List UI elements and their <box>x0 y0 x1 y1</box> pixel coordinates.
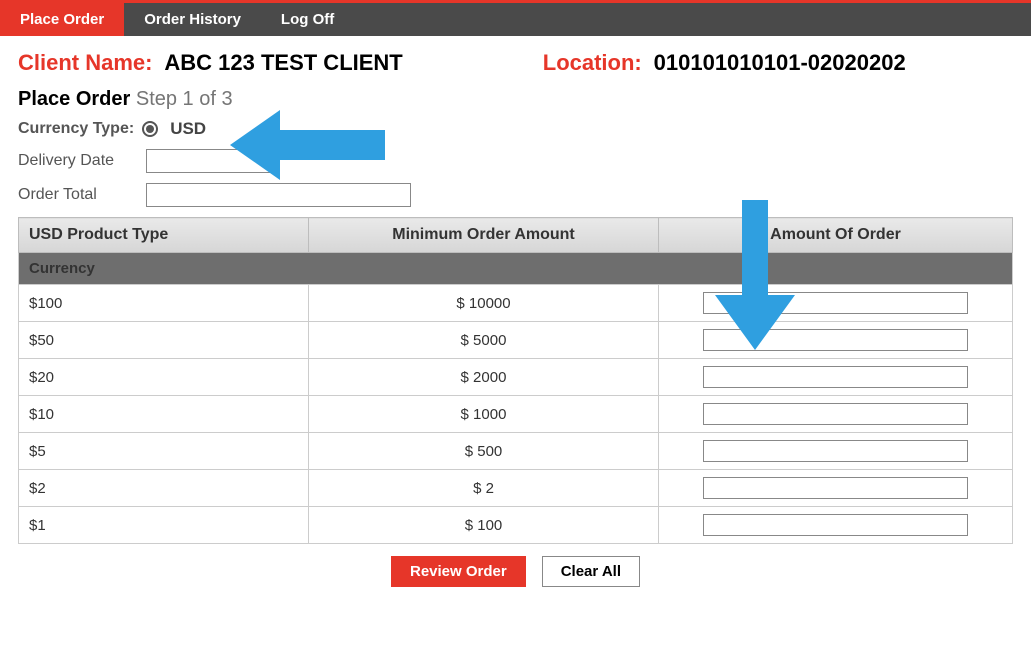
col-min-amount: Minimum Order Amount <box>309 218 659 253</box>
product-type-cell: $1 <box>19 507 309 544</box>
currency-type-row: Currency Type: USD <box>18 119 1013 139</box>
client-name-label: Client Name: <box>18 50 152 75</box>
product-table: USD Product Type Minimum Order Amount Am… <box>18 217 1013 544</box>
min-amount-cell: $ 5000 <box>309 322 659 359</box>
page-title-bold: Place Order <box>18 88 130 110</box>
order-total-row: Order Total <box>18 183 1013 207</box>
product-type-cell: $20 <box>19 359 309 396</box>
amount-cell <box>659 285 1013 322</box>
tab-log-off[interactable]: Log Off <box>261 3 354 36</box>
page-title: Place Order Step 1 of 3 <box>18 88 1013 111</box>
table-row: $2$ 2 <box>19 470 1013 507</box>
table-row: $10$ 1000 <box>19 396 1013 433</box>
delivery-date-row: Delivery Date <box>18 149 1013 173</box>
product-type-cell: $50 <box>19 322 309 359</box>
table-row: $20$ 2000 <box>19 359 1013 396</box>
amount-cell <box>659 322 1013 359</box>
review-order-button[interactable]: Review Order <box>391 556 526 587</box>
delivery-date-input[interactable] <box>146 149 276 173</box>
amount-cell <box>659 433 1013 470</box>
amount-input[interactable] <box>703 292 968 314</box>
amount-cell <box>659 470 1013 507</box>
currency-type-radio[interactable] <box>142 121 158 137</box>
table-row: $100$ 10000 <box>19 285 1013 322</box>
table-row: $1$ 100 <box>19 507 1013 544</box>
currency-type-label: Currency Type: <box>18 120 134 138</box>
amount-input[interactable] <box>703 366 968 388</box>
min-amount-cell: $ 2 <box>309 470 659 507</box>
top-nav: Place Order Order History Log Off <box>0 0 1031 36</box>
clear-all-button[interactable]: Clear All <box>542 556 640 587</box>
table-row: $50$ 5000 <box>19 322 1013 359</box>
section-currency: Currency <box>19 253 1013 285</box>
amount-input[interactable] <box>703 403 968 425</box>
action-row: Review Order Clear All <box>18 544 1013 599</box>
amount-input[interactable] <box>703 440 968 462</box>
tab-place-order[interactable]: Place Order <box>0 3 124 36</box>
page-title-step: Step 1 of 3 <box>136 88 233 110</box>
location-value: 010101010101-02020202 <box>654 50 906 75</box>
amount-cell <box>659 507 1013 544</box>
table-row: $5$ 500 <box>19 433 1013 470</box>
product-type-cell: $5 <box>19 433 309 470</box>
delivery-date-label: Delivery Date <box>18 152 138 170</box>
order-total-input[interactable] <box>146 183 411 207</box>
client-info-row: Client Name: ABC 123 TEST CLIENT Locatio… <box>18 50 1013 76</box>
tab-order-history[interactable]: Order History <box>124 3 261 36</box>
product-type-cell: $10 <box>19 396 309 433</box>
min-amount-cell: $ 1000 <box>309 396 659 433</box>
min-amount-cell: $ 2000 <box>309 359 659 396</box>
product-type-cell: $100 <box>19 285 309 322</box>
amount-input[interactable] <box>703 477 968 499</box>
min-amount-cell: $ 100 <box>309 507 659 544</box>
amount-cell <box>659 359 1013 396</box>
order-total-label: Order Total <box>18 186 138 204</box>
amount-input[interactable] <box>703 514 968 536</box>
min-amount-cell: $ 500 <box>309 433 659 470</box>
min-amount-cell: $ 10000 <box>309 285 659 322</box>
client-name-value: ABC 123 TEST CLIENT <box>164 50 402 75</box>
amount-input[interactable] <box>703 329 968 351</box>
amount-cell <box>659 396 1013 433</box>
location-label: Location: <box>543 50 642 75</box>
product-type-cell: $2 <box>19 470 309 507</box>
col-amount: Amount Of Order <box>659 218 1013 253</box>
currency-type-value: USD <box>170 119 206 139</box>
col-product-type: USD Product Type <box>19 218 309 253</box>
